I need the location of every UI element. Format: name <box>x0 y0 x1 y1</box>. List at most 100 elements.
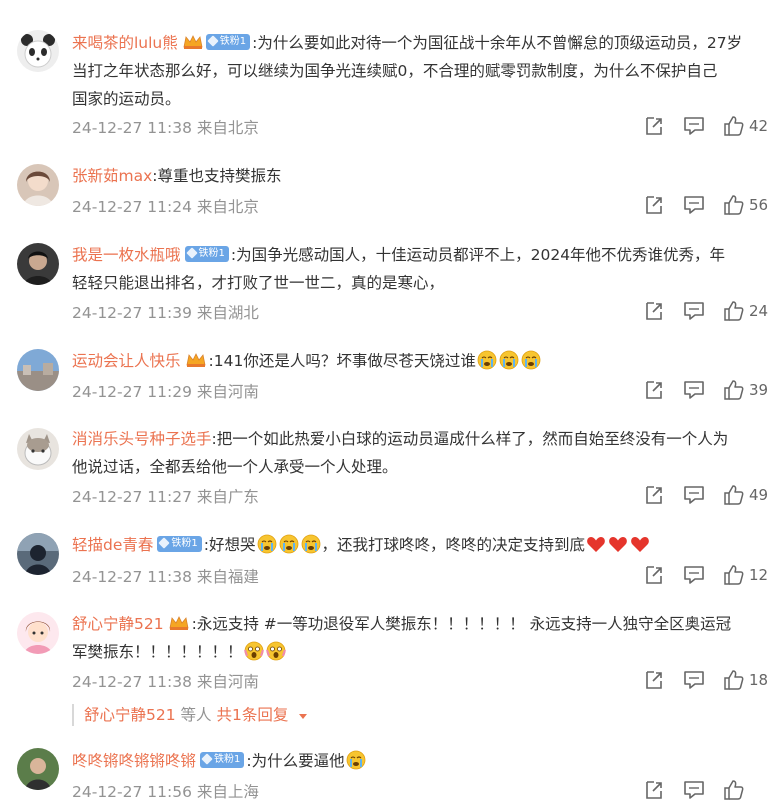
reply-mid-text: 等人 <box>175 706 217 724</box>
share-icon <box>646 196 662 214</box>
share-button[interactable] <box>643 115 665 137</box>
username-link[interactable]: 运动会让人快乐 <box>72 352 181 370</box>
like-count: 24 <box>749 302 769 320</box>
fan-badge[interactable]: 铁粉1 <box>184 245 229 262</box>
avatar[interactable] <box>17 30 59 72</box>
reply-count-link[interactable]: 共1条回复 <box>216 706 288 724</box>
comment-text-line: :把一个如此热爱小白球的运动员逼成什么样了，然而自始至终没有一个人为 <box>211 430 729 448</box>
like-button[interactable]: 24 <box>723 300 768 322</box>
crying-emoji <box>476 349 497 370</box>
fan-badge[interactable]: 铁粉1 <box>205 33 251 50</box>
comment-button[interactable] <box>683 194 705 216</box>
crying-emoji <box>278 533 299 554</box>
avatar[interactable] <box>17 612 59 654</box>
avatar[interactable] <box>17 428 59 470</box>
share-icon <box>646 671 662 689</box>
comment-icon <box>684 381 704 399</box>
like-count: 39 <box>749 381 769 399</box>
crying-emoji <box>498 349 519 370</box>
comment-text-line: 当打之年状态那么好，可以继续为国争光连续赋0，不合理的赋零罚款制度，为什么不保护… <box>72 62 718 80</box>
like-button[interactable] <box>723 779 745 801</box>
share-icon <box>646 781 662 799</box>
like-icon <box>724 565 744 585</box>
comment-button[interactable] <box>683 669 705 691</box>
comment-body: 舒心宁静521 :永远支持 #一等功退役军人樊振东！！！！！！ 永远支持一人独守全… <box>72 610 765 666</box>
comment-icon <box>684 486 704 504</box>
heart-emoji <box>609 536 627 552</box>
comment-actions: 12 <box>0 564 779 586</box>
comment-button[interactable] <box>683 379 705 401</box>
like-button[interactable]: 12 <box>723 564 768 586</box>
like-icon <box>724 485 744 505</box>
share-button[interactable] <box>643 779 665 801</box>
comment-button[interactable] <box>683 564 705 586</box>
comment-text-line: 国家的运动员。 <box>72 90 181 108</box>
share-button[interactable] <box>643 194 665 216</box>
like-count: 18 <box>749 671 769 689</box>
share-button[interactable] <box>643 564 665 586</box>
comment-icon <box>684 781 704 799</box>
crying-emoji <box>300 533 321 554</box>
like-icon <box>724 301 744 321</box>
fan-badge[interactable]: 铁粉1 <box>157 535 202 552</box>
share-button[interactable] <box>643 484 665 506</box>
username-link[interactable]: 来喝茶的lulu熊 <box>72 34 178 52</box>
comment-text: ，还我打球咚咚，咚咚的决定支持到底 <box>321 536 586 554</box>
crown-icon <box>186 353 206 367</box>
comment-button[interactable] <box>683 779 705 801</box>
comment-body: 消消乐头号种子选手:把一个如此热爱小白球的运动员逼成什么样了，然而自始至终没有一… <box>72 425 765 481</box>
share-icon <box>646 381 662 399</box>
heart-emoji <box>631 536 649 552</box>
comment-text-line: :永远支持 #一等功退役军人樊振东！！！！！！ 永远支持一人独守全区奥运冠 <box>191 615 732 633</box>
comment-icon <box>684 196 704 214</box>
like-icon <box>724 195 744 215</box>
like-icon <box>724 670 744 690</box>
username-link[interactable]: 我是一枚水瓶哦 <box>72 246 181 264</box>
shocked-emoji <box>243 640 264 661</box>
comment-button[interactable] <box>683 300 705 322</box>
chevron-down-icon <box>299 713 308 719</box>
like-button[interactable]: 56 <box>723 194 768 216</box>
comment-text-line: :为什么要逼他 <box>246 752 345 770</box>
like-count: 42 <box>749 117 769 135</box>
username-link[interactable]: 轻描de青春 <box>72 536 153 554</box>
like-button[interactable]: 39 <box>723 379 768 401</box>
like-count: 49 <box>749 486 769 504</box>
share-icon <box>646 566 662 584</box>
like-button[interactable]: 42 <box>723 115 768 137</box>
comment-button[interactable] <box>683 115 705 137</box>
comment-actions: 56 <box>0 194 779 216</box>
comment-text-line: 他说过话，全都丢给他一个人承受一个人处理。 <box>72 458 398 476</box>
like-button[interactable]: 18 <box>723 669 768 691</box>
crown-icon <box>183 35 203 49</box>
username-link[interactable]: 舒心宁静521 <box>72 615 164 633</box>
comment-icon <box>684 302 704 320</box>
avatar[interactable] <box>17 243 59 285</box>
comment-body: 咚咚锵咚锵锵咚锵 铁粉1:为什么要逼他 <box>72 747 765 775</box>
comment-actions: 18 <box>0 669 779 691</box>
crying-emoji <box>345 749 366 770</box>
comment-button[interactable] <box>683 484 705 506</box>
comment-icon <box>684 566 704 584</box>
crown-icon <box>169 616 189 630</box>
share-button[interactable] <box>643 379 665 401</box>
comment-actions <box>0 779 779 801</box>
share-button[interactable] <box>643 669 665 691</box>
share-icon <box>646 302 662 320</box>
username-link[interactable]: 消消乐头号种子选手 <box>72 430 212 448</box>
comment-body: 来喝茶的lulu熊 铁粉1:为什么要如此对待一个为国征战十余年从不曾懈怠的顶级运动… <box>72 29 765 113</box>
comment-text-line: :为国争光感动国人，十佳运动员都评不上，2024年他不优秀谁优秀，年 <box>230 246 726 264</box>
comment-body: 运动会让人快乐 :141你还是人吗？坏事做尽苍天饶过谁 <box>72 347 765 375</box>
reply-user-link[interactable]: 舒心宁静521 <box>84 706 176 724</box>
comment-text-line: :141你还是人吗？坏事做尽苍天饶过谁 <box>208 352 476 370</box>
share-icon <box>646 486 662 504</box>
like-button[interactable]: 49 <box>723 484 768 506</box>
comment-icon <box>684 117 704 135</box>
comment-text: :好想哭 <box>203 536 256 554</box>
username-link[interactable]: 张新茹max <box>72 167 152 185</box>
reply-summary[interactable]: 舒心宁静521 等人 共1条回复 <box>72 704 309 726</box>
username-link[interactable]: 咚咚锵咚锵锵咚锵 <box>72 752 196 770</box>
fan-badge[interactable]: 铁粉1 <box>200 751 245 768</box>
comment-icon <box>684 671 704 689</box>
share-button[interactable] <box>643 300 665 322</box>
